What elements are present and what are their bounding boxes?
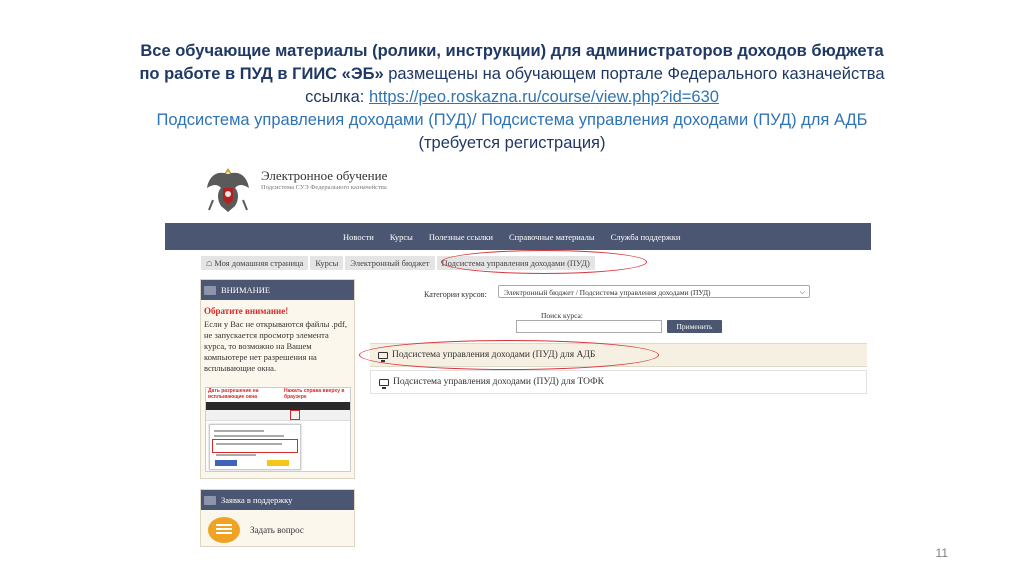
popup-dialog: [209, 424, 301, 470]
breadcrumb-ebudget[interactable]: Электронный бюджет: [345, 256, 435, 270]
caption-allow-popups: Дать разрешение на всплывающие окна: [208, 388, 259, 400]
notice-header-label: ВНИМАНИЕ: [221, 285, 271, 295]
title-line-2-rest: размещены на обучающем портале Федеральн…: [383, 65, 885, 83]
title-line-2-bold: по работе в ПУД в ГИИС «ЭБ»: [139, 65, 384, 83]
highlight-box-icon: [290, 410, 300, 420]
nav-useful-links[interactable]: Полезные ссылки: [429, 232, 493, 242]
ask-question-label: Задать вопрос: [250, 525, 304, 535]
logo-subtitle: Подсистема СУЭ Федерального казначейства: [261, 184, 387, 191]
apply-button[interactable]: Применить: [667, 320, 722, 333]
popup-line: [214, 430, 264, 432]
browser-titlebar: [206, 402, 350, 410]
breadcrumb-courses[interactable]: Курсы: [310, 256, 344, 270]
chevron-down-icon: ⌵: [799, 288, 805, 296]
nav-courses[interactable]: Курсы: [390, 232, 413, 242]
breadcrumb-home[interactable]: ☖ Моя домашняя страница: [201, 256, 309, 270]
notice-header-icon: [204, 285, 216, 295]
nav-news[interactable]: Новости: [343, 232, 374, 242]
subsystems-line: Подсистема управления доходами (ПУД)/ По…: [156, 111, 868, 129]
notice-block: ВНИМАНИЕ Обратите внимание! Если у Вас н…: [200, 279, 355, 479]
popup-line: [216, 443, 282, 445]
site-logo[interactable]: Электронное обучение Подсистема СУЭ Феде…: [203, 162, 603, 222]
highlight-ellipse-course: [359, 340, 659, 370]
envelope-icon: [204, 495, 216, 505]
slide-title: Все обучающие материалы (ролики, инструк…: [60, 40, 964, 155]
monitor-icon: [379, 378, 389, 389]
category-label: Категории курсов:: [424, 290, 487, 299]
chat-bubble-icon: [208, 517, 240, 543]
popup-line: [214, 435, 284, 437]
course-search-input[interactable]: [516, 320, 662, 333]
highlight-box-option: [212, 439, 298, 453]
highlight-ellipse-breadcrumb: [441, 250, 647, 274]
home-icon: ☖: [206, 260, 213, 268]
popup-line: [216, 454, 256, 456]
registration-note: (требуется регистрация): [418, 134, 606, 152]
support-block: Заявка в поддержку Задать вопрос: [200, 489, 355, 547]
support-header-label: Заявка в поддержку: [221, 495, 293, 505]
popup-done-button: [215, 460, 237, 466]
logo-title: Электронное обучение: [261, 168, 388, 183]
browser-toolbar: [206, 410, 350, 421]
title-line-2: по работе в ПУД в ГИИС «ЭБ» размещены на…: [60, 63, 964, 86]
breadcrumb-home-label: Моя домашняя страница: [214, 258, 304, 268]
title-line-1: Все обучающие материалы (ролики, инструк…: [140, 42, 884, 60]
portal-screenshot: Электронное обучение Подсистема СУЭ Феде…: [165, 162, 871, 552]
notice-text: Если у Вас не открываются файлы .pdf, не…: [204, 319, 348, 373]
notice-title: Обратите внимание!: [204, 306, 289, 316]
popup-ok-button: [267, 460, 289, 466]
link-prefix: ссылка:: [305, 88, 369, 106]
course-item-tofk[interactable]: Подсистема управления доходами (ПУД) для…: [370, 370, 867, 394]
course-name-tofk: Подсистема управления доходами (ПУД) для…: [393, 377, 604, 387]
nav-support[interactable]: Служба поддержки: [611, 232, 681, 242]
top-navbar: Новости Курсы Полезные ссылки Справочные…: [165, 223, 871, 250]
slide-number: 11: [935, 546, 948, 560]
search-label: Поиск курса:: [541, 311, 583, 320]
ask-question-item[interactable]: Задать вопрос: [201, 510, 354, 543]
notice-header: ВНИМАНИЕ: [201, 280, 354, 300]
caption-click-top-right: Нажать справа вверху в браузере: [284, 388, 345, 400]
category-select-value: Электронный бюджет / Подсистема управлен…: [504, 288, 711, 297]
category-select[interactable]: Электронный бюджет / Подсистема управлен…: [498, 285, 810, 298]
portal-link[interactable]: https://peo.roskazna.ru/course/view.php?…: [369, 88, 719, 106]
popup-instruction-image: Дать разрешение на всплывающие окна Нажа…: [205, 387, 351, 472]
nav-reference-materials[interactable]: Справочные материалы: [509, 232, 595, 242]
support-header: Заявка в поддержку: [201, 490, 354, 510]
link-line: ссылка: https://peo.roskazna.ru/course/v…: [60, 86, 964, 109]
emblem-icon: [207, 168, 249, 212]
